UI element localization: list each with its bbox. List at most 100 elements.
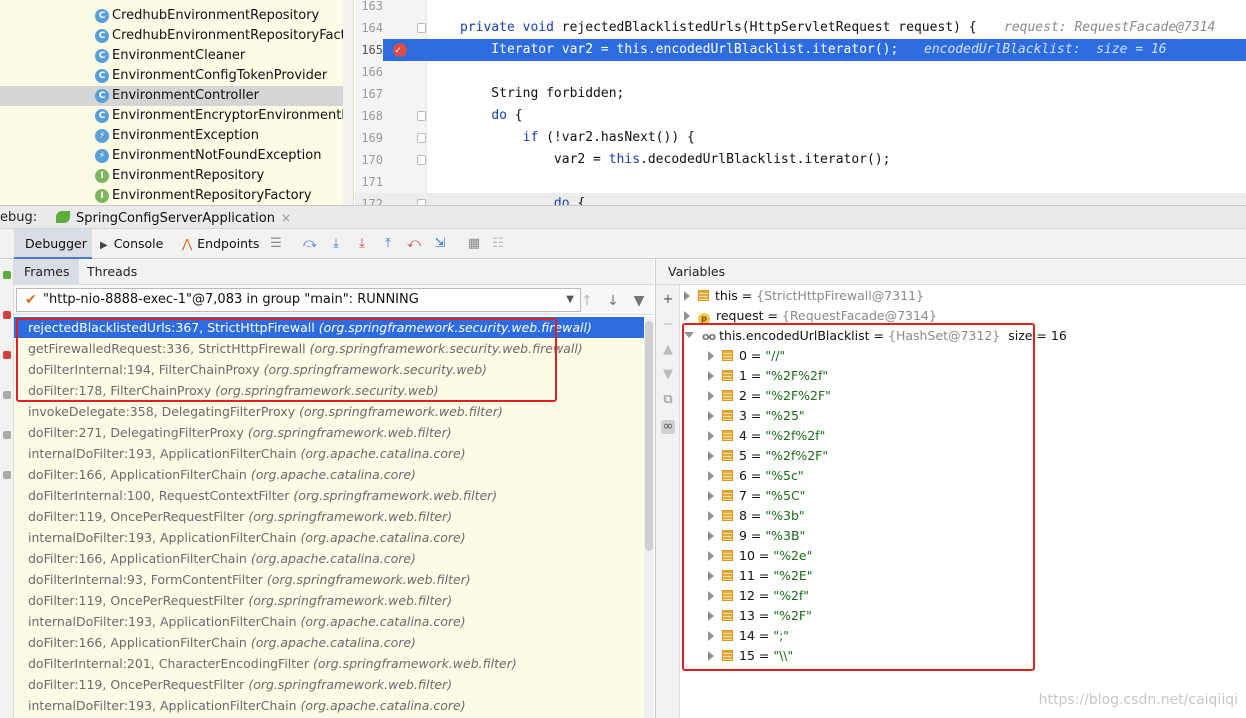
run-to-cursor-icon[interactable]: ⇲ xyxy=(432,236,448,252)
mute-breakpoints-icon[interactable] xyxy=(3,391,11,399)
step-into-icon[interactable]: ⤓ xyxy=(354,236,370,252)
stop-icon[interactable] xyxy=(3,311,11,319)
line-number: 170 xyxy=(361,153,383,167)
arrow-down-icon[interactable]: ↓ xyxy=(605,293,621,309)
code-line[interactable]: 167 String forbidden; xyxy=(355,83,1246,105)
show-execution-point-icon[interactable]: ⤼ xyxy=(302,236,318,252)
code-line[interactable]: 172 do { xyxy=(355,193,1246,205)
arrow-up-icon[interactable]: ↑ xyxy=(579,293,595,309)
equals-sign: = xyxy=(767,308,778,323)
fold-icon[interactable] xyxy=(417,23,426,33)
close-icon[interactable]: × xyxy=(281,211,291,225)
check-icon: ✔ xyxy=(25,292,37,308)
tree-item[interactable]: C CredhubEnvironmentRepository xyxy=(0,6,353,26)
tree-scrollbar[interactable] xyxy=(343,0,353,205)
annotation-box-variables xyxy=(682,323,1035,671)
add-watch-icon[interactable]: + xyxy=(661,293,675,307)
chevron-down-icon: ▼ xyxy=(566,294,574,305)
frame-method: doFilter:166, ApplicationFilterChain xyxy=(28,635,247,650)
expand-icon[interactable] xyxy=(684,311,690,321)
frame-row[interactable]: doFilter:166, ApplicationFilterChain (or… xyxy=(14,464,644,485)
frame-row[interactable]: doFilterInternal:201, CharacterEncodingF… xyxy=(14,653,644,674)
settings-icon[interactable] xyxy=(3,431,11,439)
step-over-icon[interactable]: ⤓ xyxy=(328,236,344,252)
drop-frame-icon[interactable]: ⤺ xyxy=(406,236,422,252)
debug-toolbar: Debugger ▶ Console ⋀ Endpoints ☰ ⤼ ⤓ ⤓ ⤒ ⤺… xyxy=(0,229,1246,259)
scrollbar-thumb[interactable] xyxy=(645,321,653,551)
layout-menu-icon[interactable]: ☰ xyxy=(268,236,284,252)
variable-value: {StrictHttpFirewall@7311} xyxy=(756,288,924,303)
remove-watch-icon[interactable]: − xyxy=(661,318,675,332)
tree-item[interactable]: C EnvironmentCleaner xyxy=(0,46,353,66)
frame-package: (org.apache.catalina.core) xyxy=(300,530,466,545)
code-line[interactable]: 163 xyxy=(355,0,1246,17)
tree-item[interactable]: C CredhubEnvironmentRepositoryFactory xyxy=(0,26,353,46)
move-down-icon[interactable]: ▼ xyxy=(661,368,675,382)
thread-bar: ✔ "http-nio-8888-exec-1"@7,083 in group … xyxy=(14,285,654,315)
tree-item[interactable]: ⚡ EnvironmentNotFoundException xyxy=(0,146,353,166)
frame-package: (org.springframework.web.filter) xyxy=(313,656,517,671)
frame-package: (org.springframework.web.filter) xyxy=(293,488,498,503)
fold-icon[interactable] xyxy=(417,155,426,165)
move-up-icon[interactable]: ▲ xyxy=(661,343,675,357)
pin-icon[interactable] xyxy=(3,471,11,479)
frame-row[interactable]: doFilter:166, ApplicationFilterChain (or… xyxy=(14,548,644,569)
show-watches-icon[interactable]: ∞ xyxy=(661,420,675,434)
breakpoint-icon[interactable] xyxy=(393,40,407,62)
frame-row[interactable]: internalDoFilter:193, ApplicationFilterC… xyxy=(14,443,644,464)
frame-row[interactable]: internalDoFilter:193, ApplicationFilterC… xyxy=(14,611,644,632)
frames-scrollbar[interactable] xyxy=(644,317,654,718)
exception-class-icon: ⚡ xyxy=(95,149,109,163)
code-line[interactable]: 166 xyxy=(355,61,1246,83)
expand-icon[interactable] xyxy=(684,291,690,301)
code-editor[interactable]: 163 164 private void rejectedBlacklistedUr… xyxy=(355,0,1246,205)
code-line[interactable]: 164 private void rejectedBlacklistedUrls(… xyxy=(355,17,1246,39)
frame-row[interactable]: internalDoFilter:193, ApplicationFilterC… xyxy=(14,695,644,716)
frame-row[interactable]: internalDoFilter:193, ApplicationFilterC… xyxy=(14,527,644,548)
tree-item[interactable]: C EnvironmentConfigTokenProvider xyxy=(0,66,353,86)
frame-method: internalDoFilter:193, ApplicationFilterC… xyxy=(28,446,297,461)
tree-item[interactable]: C EnvironmentController xyxy=(0,86,353,106)
frame-row[interactable]: invokeDelegate:358, DelegatingFilterProx… xyxy=(14,401,644,422)
tab-threads[interactable]: Threads xyxy=(77,259,147,285)
frame-row[interactable]: doFilter:119, OncePerRequestFilter (org.… xyxy=(14,590,644,611)
code-line[interactable]: 171 xyxy=(355,171,1246,193)
code-line[interactable]: 165 Iterator var2 = this.encodedUrlBlack… xyxy=(355,39,1246,62)
fold-icon[interactable] xyxy=(417,111,426,121)
frame-method: doFilter:166, ApplicationFilterChain xyxy=(28,551,247,566)
view-breakpoints-icon[interactable] xyxy=(3,351,11,359)
tab-console[interactable]: ▶ Console xyxy=(100,229,170,259)
frame-row[interactable]: doFilterInternal:93, FormContentFilter (… xyxy=(14,569,644,590)
fold-icon[interactable] xyxy=(417,133,426,143)
tree-item[interactable]: I EnvironmentRepository xyxy=(0,166,353,186)
code-line[interactable]: 169 if (!var2.hasNext()) { xyxy=(355,127,1246,149)
tab-endpoints[interactable]: ⋀ Endpoints xyxy=(182,229,262,259)
evaluate-expression-icon[interactable]: ▦ xyxy=(466,236,482,252)
frame-row[interactable]: doFilter:166, ApplicationFilterChain (or… xyxy=(14,632,644,653)
code-line[interactable]: 170 var2 = this.decodedUrlBlacklist.iter… xyxy=(355,149,1246,171)
equals-sign: = xyxy=(741,288,753,303)
thread-selector[interactable]: ✔ "http-nio-8888-exec-1"@7,083 in group … xyxy=(16,288,581,312)
trace-icon[interactable]: ☷ xyxy=(490,236,506,252)
tree-item[interactable]: ⚡ EnvironmentException xyxy=(0,126,353,146)
debug-session-tab[interactable]: SpringConfigServerApplication × xyxy=(48,206,299,230)
tab-frames[interactable]: Frames xyxy=(14,259,80,285)
tree-item-label: EnvironmentNotFoundException xyxy=(112,148,322,163)
line-number: 172 xyxy=(361,197,383,205)
variables-header: Variables xyxy=(655,259,1246,285)
frame-row[interactable]: doFilter:271, DelegatingFilterProxy (org… xyxy=(14,422,644,443)
filter-icon[interactable]: ▼ xyxy=(631,293,647,309)
copy-icon[interactable]: ⧉ xyxy=(661,393,675,407)
frame-row[interactable]: doFilterInternal:100, RequestContextFilt… xyxy=(14,485,644,506)
tree-item[interactable]: I EnvironmentRepositoryFactory xyxy=(0,186,353,205)
endpoints-icon: ⋀ xyxy=(182,236,193,251)
frame-row[interactable]: doFilter:119, OncePerRequestFilter (org.… xyxy=(14,674,644,695)
code-line[interactable]: 168 do { xyxy=(355,105,1246,127)
tab-debugger[interactable]: Debugger xyxy=(14,229,92,259)
tree-item[interactable]: CEnvironmentEncryptorEnvironmentReposi xyxy=(0,106,353,126)
frame-row[interactable]: doFilter:119, OncePerRequestFilter (org.… xyxy=(14,506,644,527)
code-text: String forbidden; xyxy=(460,86,625,101)
resume-icon[interactable] xyxy=(3,271,11,279)
step-out-icon[interactable]: ⤒ xyxy=(380,236,396,252)
variable-this[interactable]: this = {StrictHttpFirewall@7311} xyxy=(684,286,924,306)
